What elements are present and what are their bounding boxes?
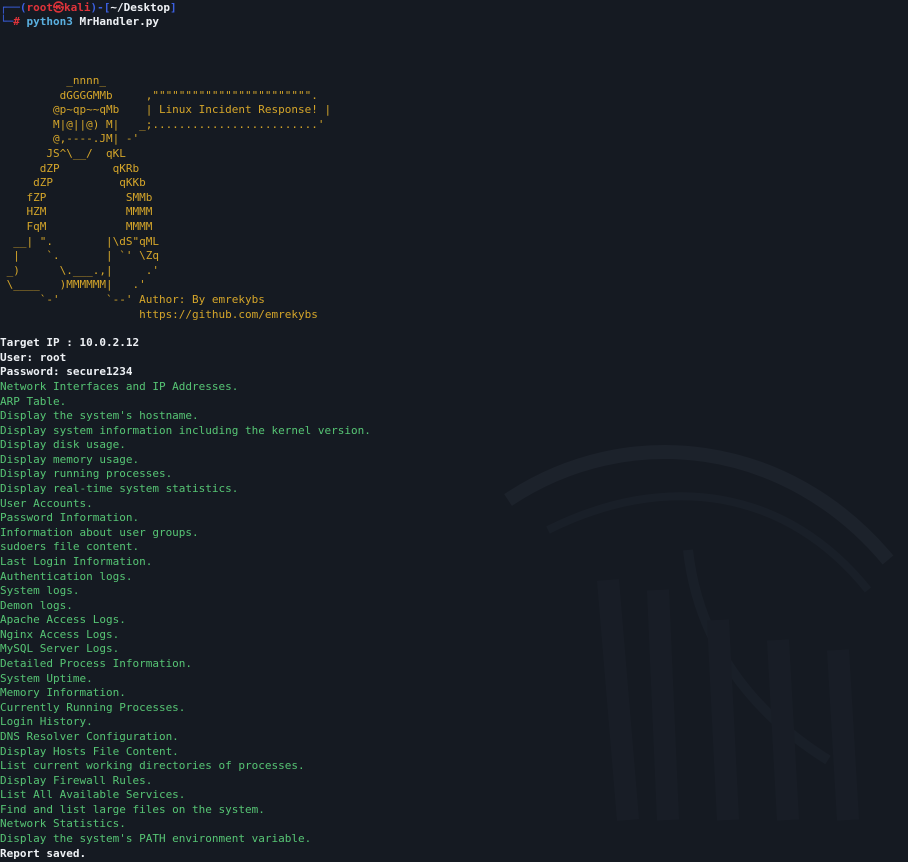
output-line: Network Interfaces and IP Addresses.	[0, 380, 239, 393]
command-argument: MrHandler.py	[79, 15, 159, 28]
output-line: Network Statistics.	[0, 817, 126, 831]
output-line: MySQL Server Logs.	[0, 642, 120, 656]
output-line: ARP Table.	[0, 394, 67, 408]
output-line: DNS Resolver Configuration.	[0, 729, 179, 743]
output-line: Display running processes.	[0, 467, 173, 481]
terminal-window[interactable]: ┌──(root㉿kali)-[~/Desktop] └─# python3 M…	[0, 0, 908, 862]
output-line: Detailed Process Information.	[0, 657, 193, 671]
prompt-frame-bottom: └─	[0, 15, 14, 28]
output-line: Display Firewall Rules.	[0, 773, 153, 787]
command-line[interactable]: └─# python3 MrHandler.py	[0, 15, 159, 30]
output-line: Display the system's hostname.	[0, 409, 199, 423]
prompt-symbol: #	[13, 15, 20, 28]
target-ip-line: Target IP : 10.0.2.12	[0, 336, 140, 349]
output-line: Display system information including the…	[0, 423, 371, 437]
output-line: sudoers file content.	[0, 540, 140, 554]
output-line: Demon logs.	[0, 598, 73, 612]
user-line: User: root	[0, 351, 67, 364]
kali-dragon-watermark-icon	[504, 445, 894, 821]
report-saved-line: Report saved.	[0, 846, 87, 860]
output-line: List All Available Services.	[0, 788, 186, 802]
output-line: System logs.	[0, 584, 80, 598]
output-line: Memory Information.	[0, 686, 126, 700]
prompt-separator: )-[	[90, 1, 111, 14]
output-line: Display memory usage.	[0, 452, 140, 466]
output-line: Apache Access Logs.	[0, 613, 126, 627]
prompt-header-line: ┌──(root㉿kali)-[~/Desktop]	[0, 1, 177, 16]
output-line: Find and list large files on the system.	[0, 802, 265, 816]
output-line: Display the system's PATH environment va…	[0, 831, 312, 845]
output-line: Password Information.	[0, 511, 140, 525]
output-line: Last Login Information.	[0, 554, 153, 568]
prompt-at-symbol: ㉿	[53, 1, 64, 14]
output-line: Authentication logs.	[0, 569, 133, 583]
output-line: Login History.	[0, 715, 93, 729]
password-line: Password: secure1234	[0, 365, 133, 378]
prompt-user: root	[26, 1, 54, 14]
prompt-host: kali	[64, 1, 91, 14]
output-line: Display Hosts File Content.	[0, 744, 179, 758]
output-line: Display disk usage.	[0, 438, 126, 452]
output-line: List current working directories of proc…	[0, 759, 305, 773]
output-line: Currently Running Processes.	[0, 700, 186, 714]
output-line: Nginx Access Logs.	[0, 627, 120, 641]
prompt-frame-top: ┌──(	[0, 1, 27, 14]
output-line: Display real-time system statistics.	[0, 482, 239, 496]
output-line: User Accounts.	[0, 496, 93, 510]
prompt-bracket-close: ]	[169, 1, 177, 14]
ascii-art-banner: _nnnn_ dGGGGMMb ,"""""""""""""""""""""""…	[6, 74, 332, 321]
prompt-path: ~/Desktop	[110, 1, 170, 14]
command-name: python3	[26, 15, 73, 28]
output-line: System Uptime.	[0, 671, 93, 685]
output-line: Information about user groups.	[0, 525, 199, 539]
